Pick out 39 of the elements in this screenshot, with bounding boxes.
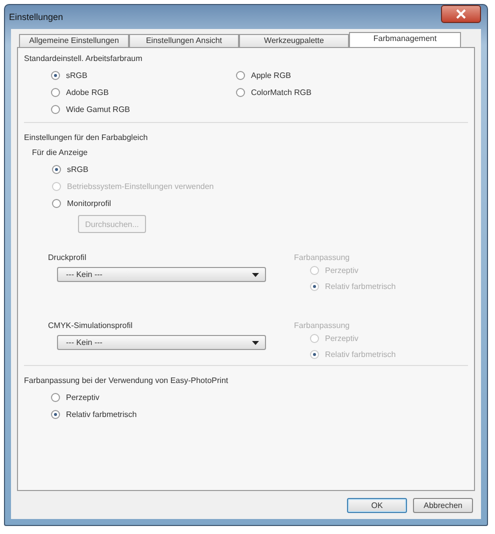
radio-label[interactable]: Monitorprofil (67, 199, 112, 208)
group-label: Farbanpassung (294, 253, 351, 262)
tab[interactable]: Allgemeine Einstellungen (19, 34, 129, 47)
close-button[interactable] (441, 5, 481, 23)
ok-button[interactable]: OK (347, 498, 407, 513)
radio-button[interactable] (51, 88, 60, 97)
close-icon (455, 9, 467, 19)
cancel-button[interactable]: Abbrechen (413, 498, 473, 513)
group-label: Farbanpassung (294, 321, 351, 330)
radio-label[interactable]: Perzeptiv (66, 393, 100, 402)
radio-button[interactable] (52, 199, 61, 208)
radio-label[interactable]: ColorMatch RGB (251, 88, 312, 97)
radio-button[interactable] (51, 105, 60, 114)
radio-button[interactable] (51, 393, 60, 402)
tab[interactable]: Farbmanagement (349, 32, 461, 47)
radio-label[interactable]: Relativ farbmetrisch (66, 410, 137, 419)
section-title: Einstellungen für den Farbabgleich (24, 133, 149, 142)
radio-label[interactable]: sRGB (67, 165, 88, 174)
radio-label[interactable]: Wide Gamut RGB (66, 105, 130, 114)
radio-button[interactable] (52, 165, 61, 174)
caret-icon (252, 340, 259, 344)
radio-label[interactable]: Adobe RGB (66, 88, 109, 97)
field-label: CMYK-Simulationsprofil (48, 321, 134, 330)
caret-icon (252, 272, 259, 276)
tab[interactable]: Werkzeugpalette (239, 34, 349, 47)
radio-label[interactable]: Apple RGB (251, 71, 292, 80)
tab[interactable]: Einstellungen Ansicht (129, 34, 239, 47)
field-label: Druckprofil (48, 253, 88, 262)
radio-button[interactable] (236, 71, 245, 80)
group-label: Für die Anzeige (32, 148, 89, 157)
profile-dropdown[interactable]: --- Kein --- (57, 267, 266, 282)
section-title: Farbanpassung bei der Verwendung von Easy-PhotoPrint (24, 376, 230, 385)
radio-button[interactable] (51, 71, 60, 80)
profile-dropdown[interactable]: --- Kein --- (57, 335, 266, 350)
window-title: Einstellungen (9, 12, 64, 22)
radio-button[interactable] (236, 88, 245, 97)
radio-button[interactable] (51, 410, 60, 419)
radio-label[interactable]: sRGB (66, 71, 88, 80)
section-title: Standardeinstell. Arbeitsfarbraum (24, 54, 144, 63)
